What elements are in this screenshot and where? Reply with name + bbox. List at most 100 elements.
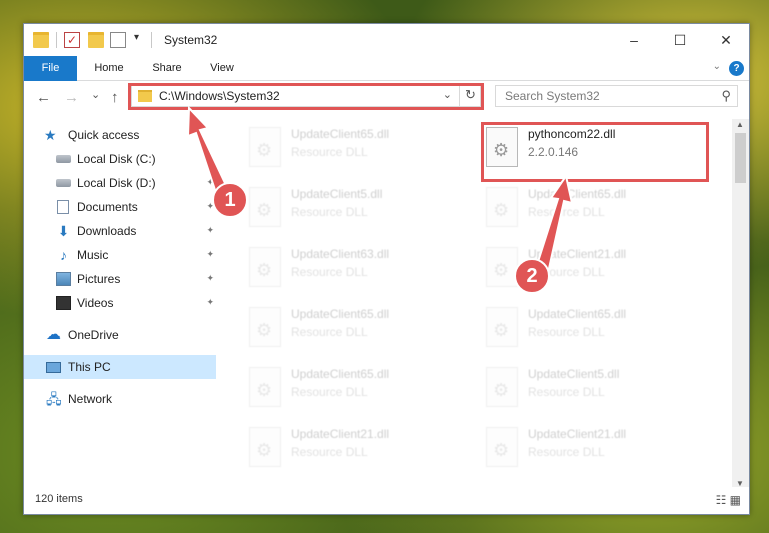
back-arrow-icon[interactable]: ← [36, 89, 51, 106]
file-item[interactable]: UpdateClient65.dll Resource DLL [456, 181, 686, 231]
file-name: UpdateClient65.dll [291, 367, 390, 381]
pin-icon: ✦ [206, 153, 214, 163]
dll-file-icon [249, 127, 281, 167]
sidebar-item-quick-access[interactable]: ★ Quick access [24, 123, 216, 147]
file-detail: Resource DLL [528, 445, 605, 459]
dll-file-icon [249, 307, 281, 347]
file-item[interactable]: UpdateClient65.dll Resource DLL [219, 121, 449, 171]
sidebar-item-label: Local Disk (C:) [77, 152, 156, 166]
dll-file-icon [486, 367, 518, 407]
file-explorer-window: ✓ ▾ System32 – ☐ ✕ File Home Share View … [23, 23, 750, 515]
file-detail: Resource DLL [291, 445, 368, 459]
status-bar: 120 items ☷ ▦ [24, 487, 749, 514]
pin-icon: ✦ [206, 273, 214, 283]
file-name: UpdateClient65.dll [528, 187, 627, 201]
ribbon: File Home Share View ⌄ ? [24, 56, 749, 81]
file-detail: Resource DLL [291, 325, 368, 339]
sidebar-item-label: Local Disk (D:) [77, 176, 156, 190]
pin-icon: ✦ [206, 249, 214, 259]
file-detail: Resource DLL [291, 265, 368, 279]
step-1-badge: 1 [212, 182, 248, 218]
sidebar-item-pictures[interactable]: Pictures ✦ [24, 267, 216, 291]
download-icon: ⬇ [57, 223, 70, 239]
file-name: UpdateClient63.dll [291, 247, 390, 261]
sidebar-item-this-pc[interactable]: This PC [24, 355, 216, 379]
file-detail: Resource DLL [528, 385, 605, 399]
file-item[interactable]: UpdateClient63.dll Resource DLL [219, 241, 449, 291]
scroll-up-icon[interactable]: ▲ [736, 120, 744, 129]
sidebar-item-music[interactable]: ♪ Music ✦ [24, 243, 216, 267]
disk-icon [56, 155, 71, 163]
file-item[interactable]: UpdateClient5.dll Resource DLL [456, 361, 686, 411]
file-name: UpdateClient65.dll [291, 307, 390, 321]
file-name: UpdateClient21.dll [291, 427, 390, 441]
file-item[interactable]: UpdateClient21.dll Resource DLL [219, 421, 449, 471]
sidebar-item-downloads[interactable]: ⬇ Downloads ✦ [24, 219, 216, 243]
sidebar-item-documents[interactable]: Documents ✦ [24, 195, 216, 219]
star-icon: ★ [44, 127, 57, 143]
search-icon[interactable]: ⚲ [721, 88, 731, 104]
vertical-scrollbar[interactable]: ▲ ▼ [732, 119, 749, 489]
view-toggle-icon[interactable]: ☷ ▦ [716, 493, 741, 507]
sidebar-item-label: Music [77, 248, 109, 262]
sidebar-item-onedrive[interactable]: ☁ OneDrive [24, 323, 216, 347]
search-input[interactable]: Search System32 ⚲ [495, 85, 738, 107]
dll-file-icon [486, 247, 518, 287]
sidebar-item-local-disk-c[interactable]: Local Disk (C:) ✦ [24, 147, 216, 171]
sidebar-item-videos[interactable]: Videos ✦ [24, 291, 216, 315]
file-name: UpdateClient65.dll [528, 307, 627, 321]
view-icon[interactable] [110, 32, 126, 48]
network-icon: 🖧 [46, 391, 62, 407]
file-name: UpdateClient5.dll [528, 367, 620, 381]
tab-home[interactable]: Home [84, 56, 134, 81]
dll-file-icon [486, 187, 518, 227]
sidebar-item-label: Videos [77, 296, 114, 310]
dll-file-icon [249, 427, 281, 467]
step-2-badge: 2 [514, 258, 550, 294]
tab-view[interactable]: View [199, 56, 245, 81]
customize-toolbar-chevron-icon[interactable]: ▾ [134, 32, 139, 43]
sidebar-item-label: Network [68, 392, 113, 406]
folder-icon[interactable] [33, 32, 49, 48]
properties-icon[interactable]: ✓ [64, 32, 80, 48]
expand-ribbon-chevron-icon[interactable]: ⌄ [713, 61, 721, 72]
file-item[interactable]: UpdateClient65.dll Resource DLL [456, 301, 686, 351]
toolbar-separator [151, 32, 152, 48]
pin-icon: ✦ [206, 297, 214, 307]
dll-file-icon [249, 367, 281, 407]
file-item[interactable]: UpdateClient21.dll Resource DLL [456, 241, 686, 291]
file-item[interactable]: UpdateClient65.dll Resource DLL [219, 361, 449, 411]
scrollbar-thumb[interactable] [735, 133, 746, 183]
picture-icon [56, 272, 71, 286]
help-icon[interactable]: ? [729, 61, 744, 76]
dll-file-icon [486, 427, 518, 467]
dll-file-icon [249, 187, 281, 227]
up-arrow-icon[interactable]: ↑ [111, 89, 119, 106]
file-name: UpdateClient65.dll [291, 127, 390, 141]
pin-icon: ✦ [206, 225, 214, 235]
file-item[interactable]: UpdateClient65.dll Resource DLL [219, 301, 449, 351]
sidebar-item-network[interactable]: 🖧 Network [24, 387, 216, 411]
file-detail: Resource DLL [291, 145, 368, 159]
sidebar-item-local-disk-d[interactable]: Local Disk (D:) ✦ [24, 171, 216, 195]
tab-share[interactable]: Share [142, 56, 192, 81]
sidebar-item-label: Pictures [77, 272, 121, 286]
file-name: UpdateClient21.dll [528, 247, 627, 261]
tab-file[interactable]: File [24, 56, 77, 81]
recent-locations-chevron-icon[interactable]: ⌄ [91, 88, 100, 101]
new-folder-icon[interactable] [88, 32, 104, 48]
file-item[interactable]: UpdateClient21.dll Resource DLL [456, 421, 686, 471]
minimize-button[interactable]: – [611, 24, 657, 56]
close-button[interactable]: ✕ [703, 24, 749, 56]
file-detail: Resource DLL [528, 325, 605, 339]
file-name: UpdateClient21.dll [528, 427, 627, 441]
toolbar-separator [56, 32, 57, 48]
disk-icon [56, 179, 71, 187]
address-bar-highlight [128, 83, 484, 110]
sidebar-item-label: Quick access [68, 128, 140, 142]
forward-arrow-icon[interactable]: → [64, 89, 79, 106]
maximize-button[interactable]: ☐ [657, 24, 703, 56]
file-item[interactable]: UpdateClient5.dll Resource DLL [219, 181, 449, 231]
sidebar-item-label: Documents [77, 200, 138, 214]
music-icon: ♪ [60, 247, 67, 263]
